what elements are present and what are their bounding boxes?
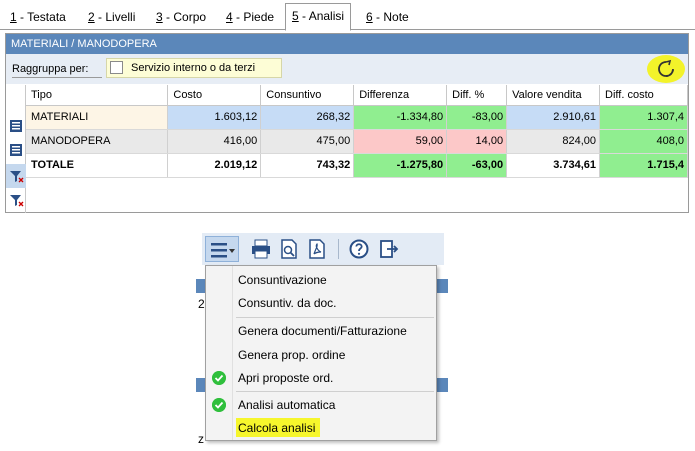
table-total-row[interactable]: TOTALE 2.019,12 743,32 -1.275,80 -63,00 … bbox=[26, 153, 688, 178]
tab-analisi[interactable]: 5 - Analisi bbox=[285, 3, 352, 31]
table-cell[interactable]: -1.334,80 bbox=[353, 105, 448, 130]
filter-icon[interactable] bbox=[8, 192, 24, 208]
row-indicator-column bbox=[6, 85, 26, 213]
tab-piede-key: 4 bbox=[226, 10, 233, 24]
exit-icon[interactable] bbox=[378, 238, 400, 260]
tab-bar: 1 - Testata 2 - Livelli 3 - Corpo 4 - Pi… bbox=[0, 0, 695, 31]
menu-separator bbox=[236, 317, 434, 318]
toolbar bbox=[202, 233, 444, 265]
tab-livelli-label: - Livelli bbox=[94, 10, 136, 24]
menu-item-label: Calcola analisi bbox=[238, 421, 316, 435]
table-row[interactable]: MATERIALI 1.603,12 268,32 -1.334,80 -83,… bbox=[26, 105, 688, 130]
column-header[interactable]: Consuntivo bbox=[260, 85, 355, 106]
table-cell[interactable]: -83,00 bbox=[446, 105, 508, 130]
tab-analisi-key: 5 bbox=[292, 9, 299, 23]
menu-item-analisi-automatica[interactable]: Analisi automatica bbox=[206, 393, 436, 417]
group-by-field[interactable]: Servizio interno o da terzi bbox=[106, 58, 282, 78]
column-header[interactable]: Costo bbox=[167, 85, 262, 106]
table-cell[interactable]: TOTALE bbox=[26, 153, 169, 178]
table-cell[interactable]: 2.019,12 bbox=[167, 153, 262, 178]
menu-item-consuntiv-da-doc[interactable]: Consuntiv. da doc. bbox=[206, 291, 436, 315]
actions-menu: Consuntivazione Consuntiv. da doc. Gener… bbox=[205, 265, 437, 441]
analysis-table: Tipo Costo Consuntivo Differenza Diff. %… bbox=[26, 85, 688, 178]
group-by-checkbox[interactable] bbox=[110, 61, 123, 74]
menu-item-apri-proposte[interactable]: Apri proposte ord. bbox=[206, 366, 436, 390]
list-icon[interactable] bbox=[8, 118, 24, 134]
table-cell[interactable]: -1.275,80 bbox=[353, 153, 448, 178]
table-cell[interactable]: 268,32 bbox=[260, 105, 355, 130]
tab-corpo-label: - Corpo bbox=[162, 10, 207, 24]
tab-analisi-label: - Analisi bbox=[298, 9, 345, 23]
tab-note-label: - Note bbox=[372, 10, 409, 24]
help-icon[interactable] bbox=[348, 238, 370, 260]
menu-item-label: Consuntivazione bbox=[238, 273, 327, 287]
tab-note[interactable]: 6 - Note bbox=[360, 6, 415, 30]
list-icon[interactable] bbox=[8, 142, 24, 158]
tab-piede[interactable]: 4 - Piede bbox=[220, 6, 280, 30]
column-header[interactable]: Diff. costo bbox=[599, 85, 688, 106]
table-cell[interactable]: 416,00 bbox=[167, 129, 262, 154]
column-header[interactable]: Valore vendita bbox=[506, 85, 601, 106]
table-row[interactable]: MANODOPERA 416,00 475,00 59,00 14,00 824… bbox=[26, 129, 688, 154]
hamburger-menu-icon bbox=[211, 243, 235, 258]
pdf-icon[interactable] bbox=[306, 238, 328, 260]
tab-piede-label: - Piede bbox=[232, 10, 275, 24]
panel-title: MATERIALI / MANODOPERA bbox=[6, 34, 688, 54]
menu-button[interactable] bbox=[205, 236, 239, 262]
table-cell[interactable]: MANODOPERA bbox=[26, 129, 169, 154]
filter-icon[interactable] bbox=[8, 168, 24, 184]
background-text: z bbox=[198, 432, 204, 446]
menu-separator bbox=[236, 391, 434, 392]
tab-testata[interactable]: 1 - Testata bbox=[4, 6, 72, 30]
tab-livelli[interactable]: 2 - Livelli bbox=[82, 6, 141, 30]
table-header-row: Tipo Costo Consuntivo Differenza Diff. %… bbox=[26, 85, 688, 106]
table-cell[interactable]: 14,00 bbox=[446, 129, 508, 154]
column-header[interactable]: Differenza bbox=[353, 85, 448, 106]
tab-livelli-key: 2 bbox=[88, 10, 95, 24]
table-cell[interactable]: 824,00 bbox=[506, 129, 601, 154]
table-cell[interactable]: 1.715,4 bbox=[599, 153, 688, 178]
menu-item-genera-prop-ordine[interactable]: Genera prop. ordine bbox=[206, 343, 436, 367]
check-icon bbox=[212, 371, 226, 385]
group-by-row: Raggruppa per: Servizio interno o da ter… bbox=[6, 54, 688, 84]
tab-corpo[interactable]: 3 - Corpo bbox=[150, 6, 212, 30]
tab-note-key: 6 bbox=[366, 10, 373, 24]
table-cell[interactable]: 1.307,4 bbox=[599, 105, 688, 130]
table-cell[interactable]: 743,32 bbox=[260, 153, 355, 178]
table-cell[interactable]: 1.603,12 bbox=[167, 105, 262, 130]
tab-testata-key: 1 bbox=[10, 10, 17, 24]
menu-item-label: Genera prop. ordine bbox=[238, 348, 346, 362]
menu-item-calcola-analisi[interactable]: Calcola analisi bbox=[206, 416, 436, 440]
menu-item-label: Analisi automatica bbox=[238, 398, 336, 412]
group-by-option-label: Servizio interno o da terzi bbox=[131, 62, 256, 74]
table-cell[interactable]: -63,00 bbox=[446, 153, 508, 178]
printer-icon[interactable] bbox=[250, 238, 272, 260]
menu-item-label: Genera documenti/Fatturazione bbox=[238, 324, 407, 338]
menu-item-genera-documenti[interactable]: Genera documenti/Fatturazione bbox=[206, 319, 436, 343]
menu-item-label: Consuntiv. da doc. bbox=[238, 296, 337, 310]
menu-item-label: Apri proposte ord. bbox=[238, 371, 334, 385]
group-by-label: Raggruppa per: bbox=[12, 62, 102, 78]
table-cell[interactable]: MATERIALI bbox=[26, 105, 169, 130]
table-cell[interactable]: 2.910,61 bbox=[506, 105, 601, 130]
tab-testata-label: - Testata bbox=[16, 10, 66, 24]
table-cell[interactable]: 408,0 bbox=[599, 129, 688, 154]
table-cell[interactable]: 475,00 bbox=[260, 129, 355, 154]
table-cell[interactable]: 3.734,61 bbox=[506, 153, 601, 178]
refresh-icon bbox=[658, 59, 674, 77]
check-icon bbox=[212, 398, 226, 412]
print-preview-icon[interactable] bbox=[278, 238, 300, 260]
table-cell[interactable]: 59,00 bbox=[353, 129, 448, 154]
column-header[interactable]: Diff. % bbox=[446, 85, 508, 106]
menu-item-consuntivazione[interactable]: Consuntivazione bbox=[206, 268, 436, 292]
toolbar-separator bbox=[338, 239, 339, 259]
analysis-panel: MATERIALI / MANODOPERA Raggruppa per: Se… bbox=[5, 33, 689, 213]
background-text: 2 bbox=[198, 297, 205, 311]
tab-corpo-key: 3 bbox=[156, 10, 163, 24]
column-header[interactable]: Tipo bbox=[26, 85, 169, 106]
refresh-button[interactable] bbox=[640, 54, 688, 84]
